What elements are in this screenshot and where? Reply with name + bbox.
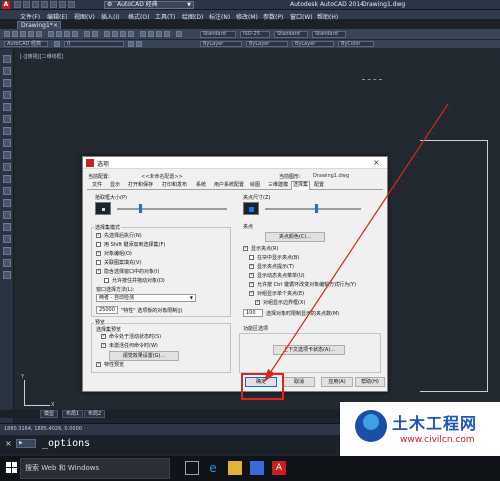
annotation-arrow: [264, 103, 449, 382]
